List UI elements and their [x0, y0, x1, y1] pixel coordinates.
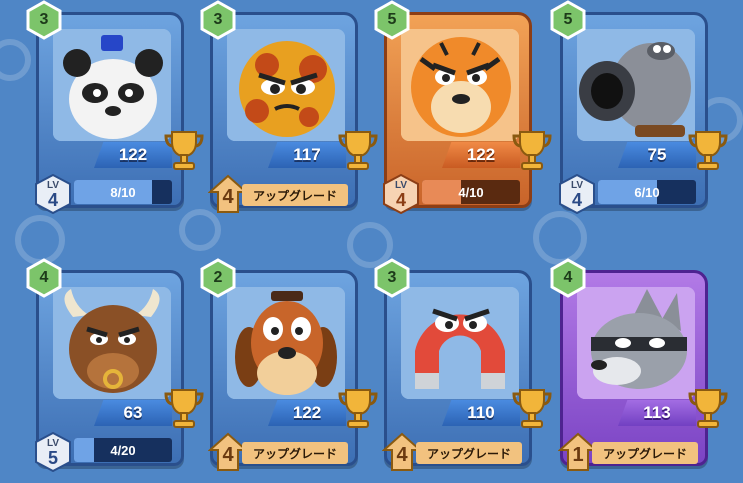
trophy-icon — [512, 131, 552, 170]
trophy-count: 122 — [94, 131, 204, 172]
trophy-count: 113 — [618, 389, 728, 430]
star-gem: 3 — [372, 258, 412, 298]
wolf-portrait — [577, 287, 695, 399]
character-card-tiger[interactable]: 5 122 LV 4 4/10 — [374, 0, 552, 216]
character-card-cannon-hippo[interactable]: 5 75 LV 4 6/10 — [550, 0, 728, 216]
character-card-fire-ball[interactable]: 3 117 4 アップグレード — [200, 0, 378, 216]
level-progress: LV 5 4/20 — [34, 432, 184, 472]
trophy-icon — [164, 131, 204, 170]
trophy-count: 122 — [442, 131, 552, 172]
trophy-icon — [688, 389, 728, 428]
upgrade-button[interactable]: 4 アップグレード — [208, 432, 358, 471]
upgrade-button[interactable]: 4 アップグレード — [208, 174, 358, 213]
level-badge: LV 4 — [558, 174, 596, 214]
trophy-icon — [164, 389, 204, 428]
character-card-magnet[interactable]: 3 110 4 アップグレード — [374, 258, 552, 474]
trophy-count: 122 — [268, 389, 378, 430]
progress-bar: 8/10 — [74, 180, 172, 204]
level-badge: LV 4 — [34, 174, 72, 214]
progress-bar: 6/10 — [598, 180, 696, 204]
trophy-icon — [688, 131, 728, 170]
character-card-dog[interactable]: 2 122 4 アップグレード — [200, 258, 378, 474]
level-progress: LV 4 8/10 — [34, 174, 184, 214]
trophy-icon — [338, 389, 378, 428]
magnet-portrait — [401, 287, 519, 399]
upgrade-button[interactable]: 1 アップグレード — [558, 432, 708, 471]
fire-ball-portrait — [227, 29, 345, 141]
level-progress: LV 4 6/10 — [558, 174, 708, 214]
trophy-count: 63 — [94, 389, 204, 430]
character-card-wolf[interactable]: 4 113 1 アップグレード — [550, 258, 728, 474]
star-gem: 3 — [198, 0, 238, 40]
cannon-hippo-portrait — [577, 29, 695, 141]
character-card-bull[interactable]: 4 63 LV 5 4/20 — [26, 258, 204, 474]
trophy-count: 110 — [442, 389, 552, 430]
trophy-icon — [512, 389, 552, 428]
dog-portrait — [227, 287, 345, 399]
level-badge: LV 4 — [382, 174, 420, 214]
character-card-panda[interactable]: 3 122 LV 4 8/10 — [26, 0, 204, 216]
star-gem: 2 — [198, 258, 238, 298]
upgrade-button[interactable]: 4 アップグレード — [382, 432, 532, 471]
trophy-count: 117 — [268, 131, 378, 172]
level-progress: LV 4 4/10 — [382, 174, 532, 214]
level-badge: LV 5 — [34, 432, 72, 472]
progress-bar: 4/10 — [422, 180, 520, 204]
star-gem: 5 — [372, 0, 412, 40]
bull-portrait — [53, 287, 171, 399]
trophy-count: 75 — [618, 131, 728, 172]
progress-bar: 4/20 — [74, 438, 172, 462]
star-gem: 3 — [24, 0, 64, 40]
trophy-icon — [338, 131, 378, 170]
tiger-portrait — [401, 29, 519, 141]
star-gem: 4 — [548, 258, 588, 298]
star-gem: 4 — [24, 258, 64, 298]
panda-portrait — [53, 29, 171, 141]
star-gem: 5 — [548, 0, 588, 40]
